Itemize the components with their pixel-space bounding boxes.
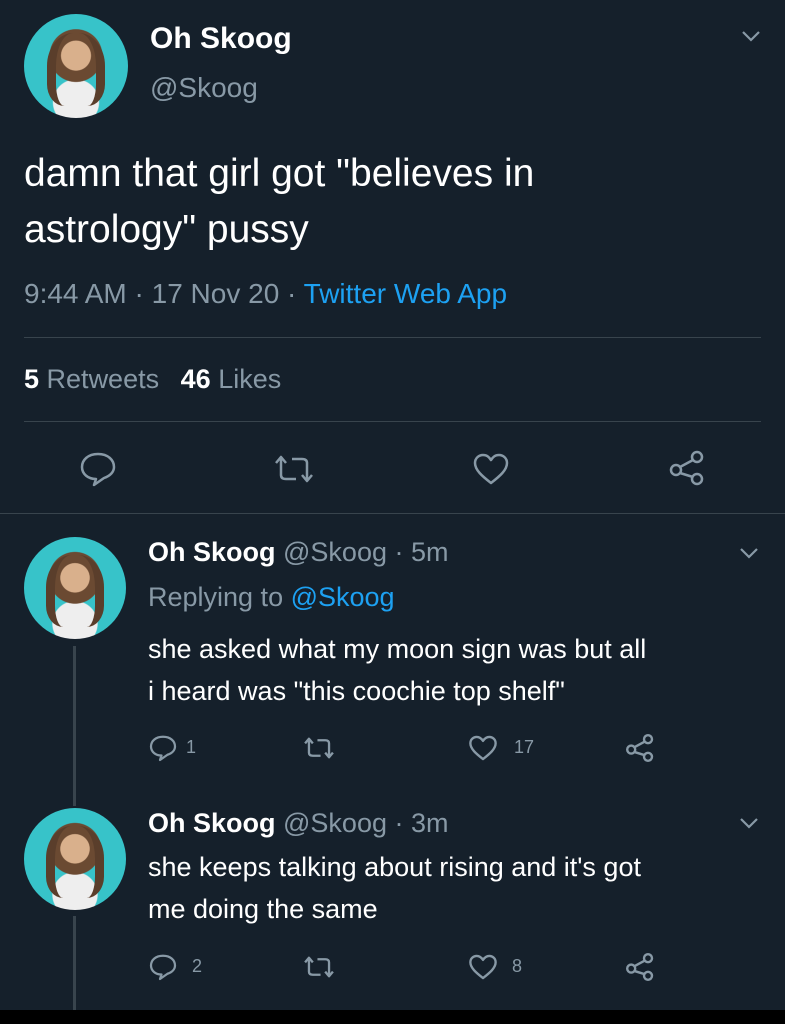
like-count: 8 [512,956,523,976]
likes-label: Likes [218,364,282,394]
retweets-stat[interactable]: 5 Retweets [24,364,167,394]
avatar[interactable] [24,14,128,118]
replying-to: Replying to @Skoog [148,582,395,613]
like-count: 17 [514,737,535,757]
tweet-source[interactable]: Twitter Web App [304,278,507,309]
reply-text-line: she keeps talking about rising and it's … [148,852,641,882]
handle-time[interactable]: @Skoog · 3m [283,808,448,838]
reply-count: 1 [186,737,197,757]
reply-text-line: she asked what my moon sign was but all [148,634,647,664]
share-icon[interactable] [667,448,707,488]
divider [24,421,761,422]
divider [0,513,785,514]
retweet-icon[interactable] [272,454,316,484]
retweet-icon[interactable] [302,736,336,760]
reply-text: she asked what my moon sign was but all … [148,628,646,712]
thread-line [73,646,76,806]
like-icon[interactable] [472,452,510,486]
tweet-text-line: damn that girl got "believes in [24,152,535,195]
retweet-icon[interactable] [302,955,336,979]
reply-text-line: me doing the same [148,894,378,924]
avatar[interactable] [24,537,126,639]
chevron-down-icon[interactable] [738,815,760,831]
like-icon[interactable] [468,734,498,762]
bottom-bar [0,1010,785,1024]
likes-stat[interactable]: 46 Likes [181,364,282,394]
tweet-time[interactable]: 9:44 AM [24,278,127,309]
like-icon[interactable] [468,953,498,981]
reply-text: she keeps talking about rising and it's … [148,846,641,930]
share-icon[interactable] [624,732,656,764]
tweet-date[interactable]: 17 Nov 20 [152,278,280,309]
meta-separator: · [287,278,297,309]
handle-time[interactable]: @Skoog · 5m [283,537,448,567]
likes-count: 46 [180,364,211,394]
reply-icon[interactable] [148,953,178,981]
display-name[interactable]: Oh Skoog [148,537,276,567]
thread-line [73,916,76,1010]
display-name[interactable]: Oh Skoog [148,808,276,838]
meta-separator: · [134,278,144,309]
tweet-text: damn that girl got "believes in astrolog… [24,146,534,258]
engagement-stats: 5 Retweets 46 Likes [24,364,281,395]
chevron-down-icon[interactable] [740,28,762,44]
reply-icon[interactable] [148,734,178,762]
tweet-text-line: astrology" pussy [24,208,309,251]
reply-count: 2 [192,956,203,976]
reply-header: Oh Skoog @Skoog · 5m [148,537,448,568]
reply-header: Oh Skoog @Skoog · 3m [148,808,448,839]
retweets-count: 5 [24,364,40,394]
divider [24,337,761,338]
reply-icon[interactable] [78,451,118,487]
avatar[interactable] [24,808,126,910]
user-handle[interactable]: @Skoog [150,72,258,104]
chevron-down-icon[interactable] [738,545,760,561]
retweets-label: Retweets [46,364,160,394]
tweet-meta: 9:44 AM · 17 Nov 20 · Twitter Web App [24,278,507,310]
share-icon[interactable] [624,951,656,983]
replying-handle[interactable]: @Skoog [291,582,395,612]
replying-prefix: Replying to [148,582,284,612]
display-name[interactable]: Oh Skoog [150,22,292,56]
reply-text-line: i heard was "this coochie top shelf" [148,676,565,706]
